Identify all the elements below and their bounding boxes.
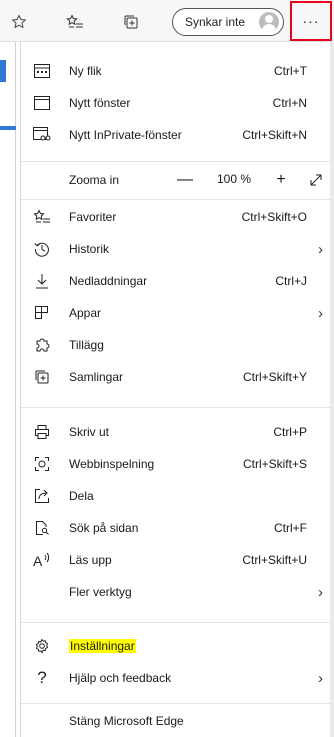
- menu-item-label: Ny flik: [69, 64, 102, 78]
- browser-toolbar: Synkar inte ···: [0, 0, 334, 42]
- menu-item-label: Hjälp och feedback: [69, 671, 172, 685]
- inprivate-window-icon: [32, 125, 52, 145]
- question-mark-icon: ?: [37, 668, 47, 687]
- settings-and-more-button[interactable]: ···: [290, 1, 332, 41]
- page-accent-line: [0, 126, 16, 130]
- menu-item-new-inprivate-window[interactable]: Nytt InPrivate-fönster Ctrl+Skift+N: [21, 119, 331, 151]
- gear-icon: [32, 636, 52, 656]
- menu-item-more-tools[interactable]: Fler verktyg ›: [21, 576, 331, 608]
- menu-item-close-edge[interactable]: Stäng Microsoft Edge: [21, 705, 331, 737]
- web-capture-icon: [32, 454, 52, 474]
- menu-divider: [21, 199, 331, 200]
- menu-item-label: Nytt InPrivate-fönster: [69, 128, 182, 142]
- menu-item-apps[interactable]: Appar ›: [21, 297, 331, 329]
- menu-item-label: Nytt fönster: [69, 96, 131, 110]
- menu-item-shortcut: Ctrl+J: [275, 274, 307, 288]
- avatar: [259, 12, 279, 32]
- collections-icon[interactable]: [118, 9, 144, 35]
- menu-item-shortcut: Ctrl+Skift+U: [242, 553, 307, 567]
- menu-item-shortcut: Ctrl+P: [273, 425, 307, 439]
- menu-item-collections[interactable]: Samlingar Ctrl+Skift+Y: [21, 361, 331, 393]
- menu-item-label: Historik: [69, 242, 110, 256]
- chevron-right-icon: ›: [318, 583, 323, 601]
- menu-item-label: Webbinspelning: [69, 457, 155, 471]
- favorite-star-icon[interactable]: [6, 9, 32, 35]
- menu-item-extensions[interactable]: Tillägg: [21, 329, 331, 361]
- menu-item-label: Dela: [69, 489, 94, 503]
- menu-item-web-capture[interactable]: Webbinspelning Ctrl+Skift+S: [21, 448, 331, 480]
- menu-item-history[interactable]: Historik ›: [21, 233, 331, 265]
- menu-item-shortcut: Ctrl+Skift+O: [241, 210, 307, 224]
- fullscreen-icon[interactable]: [305, 169, 327, 191]
- menu-item-shortcut: Ctrl+T: [274, 64, 307, 78]
- menu-item-label: Nedladdningar: [69, 274, 148, 288]
- collections-icon: [32, 367, 52, 387]
- menu-item-label: Skriv ut: [69, 425, 110, 439]
- menu-item-shortcut: Ctrl+Skift+N: [242, 128, 307, 142]
- menu-item-label: Läs upp: [69, 553, 112, 567]
- zoom-in-button[interactable]: +: [270, 169, 292, 191]
- sync-profile-button[interactable]: Synkar inte: [172, 8, 284, 36]
- zoom-level: 100 %: [217, 172, 252, 186]
- menu-item-label: Sök på sidan: [69, 521, 139, 535]
- svg-text:A: A: [33, 553, 43, 568]
- new-tab-icon: [32, 61, 52, 81]
- menu-item-read-aloud[interactable]: A Läs upp Ctrl+Skift+U: [21, 544, 331, 576]
- menu-divider: [21, 407, 331, 408]
- zoom-row: Zooma in — 100 % +: [21, 163, 331, 197]
- find-on-page-icon: [32, 518, 52, 538]
- apps-icon: [32, 303, 52, 323]
- more-dots-icon: ···: [302, 13, 320, 29]
- menu-item-shortcut: Ctrl+Skift+S: [242, 457, 307, 471]
- page-accent-bar: [0, 60, 6, 82]
- printer-icon: [32, 422, 52, 442]
- menu-item-label: Inställningar: [69, 639, 136, 653]
- menu-item-label: Samlingar: [69, 370, 124, 384]
- menu-item-share[interactable]: Dela: [21, 480, 331, 512]
- settings-menu: Ny flik Ctrl+T Nytt fönster Ctrl+N Nytt …: [20, 42, 331, 737]
- menu-item-label: Fler verktyg: [69, 585, 132, 599]
- menu-item-settings[interactable]: Inställningar: [21, 630, 331, 662]
- share-icon: [32, 486, 52, 506]
- chevron-right-icon: ›: [318, 304, 323, 322]
- new-window-icon: [32, 93, 52, 113]
- menu-item-find-on-page[interactable]: Sök på sidan Ctrl+F: [21, 512, 331, 544]
- menu-item-shortcut: Ctrl+F: [274, 521, 307, 535]
- download-icon: [32, 271, 52, 291]
- zoom-out-button[interactable]: —: [174, 169, 196, 191]
- extensions-puzzle-icon: [32, 335, 52, 355]
- favorites-icon: [32, 207, 52, 227]
- chevron-right-icon: ›: [318, 669, 323, 687]
- menu-divider: [21, 703, 331, 704]
- menu-item-print[interactable]: Skriv ut Ctrl+P: [21, 416, 331, 448]
- menu-divider: [21, 161, 331, 162]
- zoom-label: Zooma in: [69, 173, 120, 187]
- sync-status-label: Synkar inte: [185, 15, 246, 29]
- menu-item-label: Appar: [69, 306, 102, 320]
- menu-item-label: Stäng Microsoft Edge: [69, 714, 184, 728]
- menu-item-label: Favoriter: [69, 210, 117, 224]
- menu-divider: [21, 622, 331, 623]
- history-icon: [32, 239, 52, 259]
- menu-item-new-tab[interactable]: Ny flik Ctrl+T: [21, 55, 331, 87]
- read-aloud-icon: A: [32, 550, 52, 570]
- menu-item-downloads[interactable]: Nedladdningar Ctrl+J: [21, 265, 331, 297]
- menu-item-shortcut: Ctrl+N: [272, 96, 307, 110]
- menu-item-favorites[interactable]: Favoriter Ctrl+Skift+O: [21, 201, 331, 233]
- highlighted-text: Inställningar: [69, 639, 136, 653]
- menu-item-new-window[interactable]: Nytt fönster Ctrl+N: [21, 87, 331, 119]
- menu-item-shortcut: Ctrl+Skift+Y: [242, 370, 307, 384]
- chevron-right-icon: ›: [318, 240, 323, 258]
- favorites-list-icon[interactable]: [62, 9, 88, 35]
- menu-item-help-and-feedback[interactable]: ? Hjälp och feedback ›: [21, 662, 331, 694]
- menu-item-label: Tillägg: [69, 338, 104, 352]
- page-background-strip: [0, 42, 16, 737]
